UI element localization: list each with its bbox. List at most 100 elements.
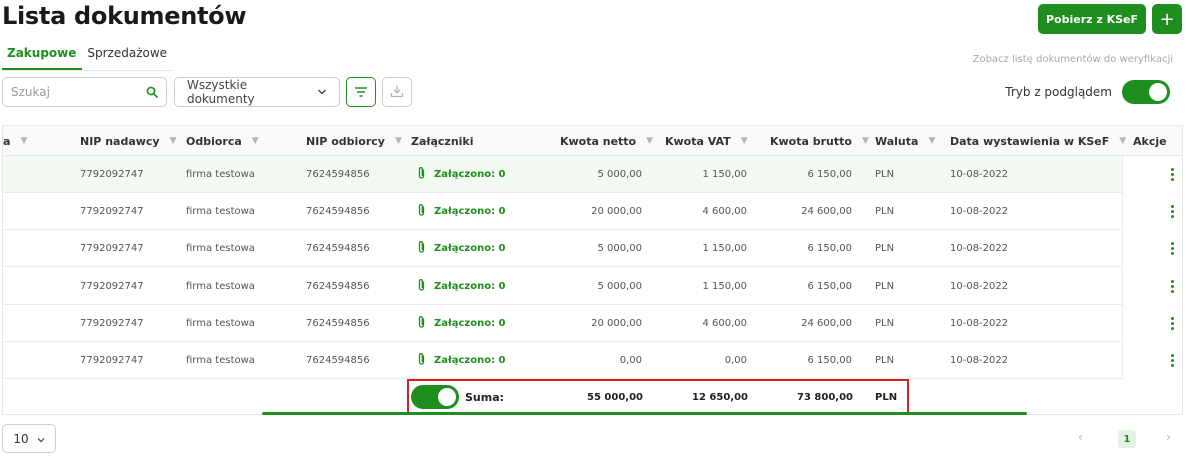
chevron-down-icon	[317, 85, 327, 99]
sum-row: Suma: 55 000,00 12 650,00 73 800,00 PLN	[3, 379, 1182, 414]
currency-cell: PLN	[875, 206, 895, 218]
gross-amount-cell: 6 150,00	[807, 243, 852, 255]
attachments-count: Załączono: 0	[434, 355, 506, 366]
sort-icon: ▼	[394, 136, 402, 146]
attachments-cell[interactable]: Załączono: 0	[417, 193, 506, 230]
actions-cell	[1122, 267, 1182, 305]
net-amount-cell: 5 000,00	[597, 280, 642, 292]
paperclip-icon	[417, 352, 426, 369]
download-icon	[390, 83, 404, 102]
actions-cell	[1122, 193, 1182, 231]
nip-sender-cell: 7792092747	[80, 243, 144, 255]
table-row[interactable]: 7792092747 firma testowa 7624594856 Załączo…	[3, 342, 1182, 379]
preview-mode-toggle[interactable]	[1122, 80, 1170, 104]
table-row[interactable]: 7792092747 firma testowa 7624594856 Załączo…	[3, 267, 1182, 305]
table-row[interactable]: 7792092747 firma testowa 7624594856 Załączo…	[3, 230, 1182, 268]
attachments-count: Załączono: 0	[434, 243, 506, 255]
net-amount-cell: 5 000,00	[597, 243, 642, 255]
date-cell: 10-08-2022	[950, 206, 1009, 218]
sort-icon: ▼	[20, 136, 28, 146]
date-cell: 10-08-2022	[950, 355, 1009, 366]
gross-amount-cell: 6 150,00	[807, 355, 852, 366]
date-cell: 10-08-2022	[950, 243, 1009, 255]
chevron-down-icon	[37, 432, 45, 446]
more-actions-icon[interactable]	[1171, 168, 1174, 181]
table-row[interactable]: 7792092747 firma testowa 7624594856 Załączo…	[3, 304, 1182, 342]
paperclip-icon	[417, 203, 426, 220]
column-header-net[interactable]: Kwota netto ▼	[560, 126, 653, 156]
column-header-a[interactable]: a ▼	[3, 126, 27, 156]
column-header-vat[interactable]: Kwota VAT ▼	[665, 126, 748, 156]
gross-amount-cell: 6 150,00	[807, 169, 852, 180]
nip-sender-cell: 7792092747	[80, 206, 144, 218]
more-actions-icon[interactable]	[1171, 279, 1174, 293]
nip-recipient-cell: 7624594856	[306, 169, 370, 180]
column-header-nip-sender[interactable]: NIP nadawcy ▼	[80, 126, 177, 156]
nip-recipient-cell: 7624594856	[306, 280, 370, 292]
currency-cell: PLN	[875, 169, 895, 180]
page-size-value: 10	[13, 431, 29, 446]
more-actions-icon[interactable]	[1171, 205, 1174, 219]
attachments-count: Załączono: 0	[434, 169, 506, 180]
nip-recipient-cell: 7624594856	[306, 206, 370, 218]
net-amount-cell: 5 000,00	[597, 169, 642, 180]
actions-cell	[1122, 304, 1182, 342]
column-header-date[interactable]: Data wystawienia w KSeF ▼	[950, 126, 1126, 156]
more-actions-icon[interactable]	[1171, 354, 1174, 367]
horizontal-scrollbar[interactable]	[262, 412, 1027, 415]
sum-label: Suma:	[465, 390, 505, 404]
attachments-count: Załączono: 0	[434, 280, 506, 292]
column-header-attachments: Załączniki	[411, 134, 474, 148]
gross-amount-cell: 6 150,00	[807, 280, 852, 292]
search-icon[interactable]	[146, 83, 158, 102]
paperclip-icon	[417, 166, 426, 183]
current-page-button[interactable]: 1	[1118, 430, 1136, 448]
document-type-select[interactable]: Wszystkie dokumenty	[174, 77, 340, 107]
tab-zakupowe[interactable]: Zakupowe	[2, 44, 83, 70]
column-header-gross[interactable]: Kwota brutto ▼	[770, 126, 869, 156]
attachments-count: Załączono: 0	[434, 317, 506, 329]
documents-table: a ▼ NIP nadawcy ▼ Odbiorca ▼ NIP odbiorcy ▼ …	[2, 125, 1183, 415]
attachments-cell[interactable]: Załączono: 0	[417, 230, 506, 267]
currency-cell: PLN	[875, 355, 895, 366]
sum-toggle[interactable]	[411, 385, 459, 409]
table-row[interactable]: 7792092747 firma testowa 7624594856 Załączo…	[3, 193, 1182, 231]
previous-page-button[interactable]: ‹	[1078, 430, 1083, 444]
column-header-recipient[interactable]: Odbiorca ▼	[186, 126, 259, 156]
column-header-currency[interactable]: Waluta ▼	[875, 126, 935, 156]
tab-sprzedazowe[interactable]: Sprzedażowe	[82, 44, 173, 70]
actions-cell	[1122, 230, 1182, 268]
attachments-cell[interactable]: Załączono: 0	[417, 342, 506, 379]
gross-amount-cell: 24 600,00	[801, 317, 852, 329]
table-row[interactable]: 7792092747 firma testowa 7624594856 Załączo…	[3, 156, 1182, 193]
attachments-cell[interactable]: Załączono: 0	[417, 305, 506, 342]
next-page-button[interactable]: ›	[1166, 430, 1171, 444]
column-header-nip-recipient[interactable]: NIP odbiorcy ▼	[306, 126, 402, 156]
more-actions-icon[interactable]	[1171, 316, 1174, 330]
more-actions-icon[interactable]	[1171, 242, 1174, 256]
search-input[interactable]	[11, 85, 146, 99]
preview-mode: Tryb z podglądem	[1005, 80, 1170, 104]
sort-icon: ▼	[928, 136, 936, 146]
table-header: a ▼ NIP nadawcy ▼ Odbiorca ▼ NIP odbiorcy ▼ …	[3, 126, 1182, 156]
recipient-cell: firma testowa	[186, 280, 255, 292]
verify-documents-link[interactable]: Zobacz listę dokumentów do weryfikacji	[973, 54, 1173, 65]
currency-cell: PLN	[875, 243, 895, 255]
currency-cell: PLN	[875, 280, 895, 292]
recipient-cell: firma testowa	[186, 355, 255, 366]
download-button[interactable]	[382, 77, 412, 107]
filter-button[interactable]	[346, 77, 376, 107]
currency-cell: PLN	[875, 317, 895, 329]
attachments-cell[interactable]: Załączono: 0	[417, 268, 506, 305]
fetch-ksef-button[interactable]: Pobierz z KSeF	[1038, 4, 1146, 34]
add-document-button[interactable]: +	[1152, 4, 1182, 34]
page-size-select[interactable]: 10	[2, 424, 56, 453]
vat-amount-cell: 1 150,00	[702, 243, 747, 255]
actions-cell	[1122, 342, 1182, 379]
attachments-cell[interactable]: Załączono: 0	[417, 156, 506, 193]
sum-gross: 73 800,00	[797, 391, 853, 403]
paperclip-icon	[417, 315, 426, 332]
search-box	[2, 77, 167, 107]
attachments-count: Załączono: 0	[434, 206, 506, 218]
sum-vat: 12 650,00	[692, 391, 748, 403]
